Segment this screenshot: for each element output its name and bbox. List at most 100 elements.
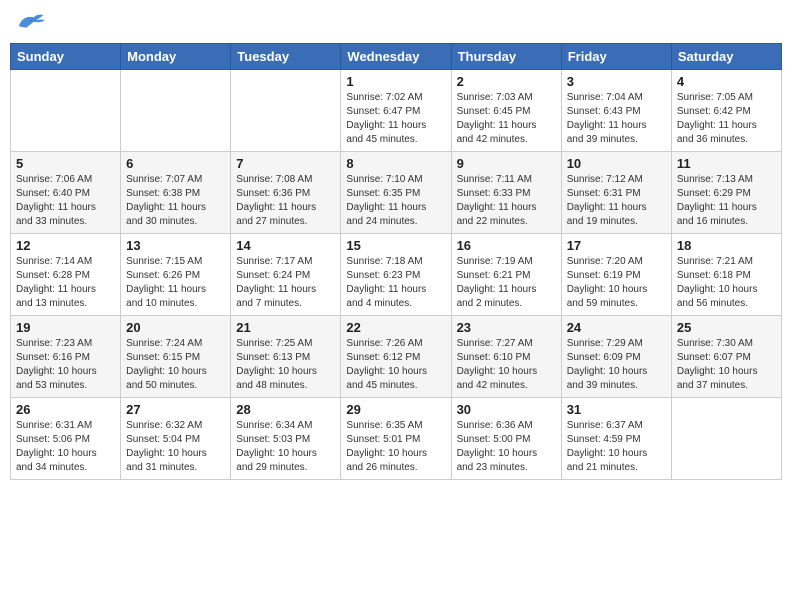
day-info: Sunrise: 6:37 AMSunset: 4:59 PMDaylight:… [567, 419, 666, 475]
calendar-cell: 2 Sunrise: 7:03 AMSunset: 6:45 PMDaylight… [451, 70, 561, 152]
calendar-table: SundayMondayTuesdayWednesdayThursdayFrid… [10, 43, 782, 480]
col-header-thursday: Thursday [451, 44, 561, 70]
day-info: Sunrise: 7:12 AMSunset: 6:31 PMDaylight:… [567, 173, 666, 229]
calendar-cell: 10 Sunrise: 7:12 AMSunset: 6:31 PMDayligh… [561, 152, 671, 234]
day-info: Sunrise: 7:24 AMSunset: 6:15 PMDaylight:… [126, 337, 225, 393]
calendar-cell: 26Sunrise: 6:31 AMSunset: 5:06 PMDayligh… [11, 398, 121, 480]
day-number: 31 [567, 402, 666, 417]
calendar-header-row: SundayMondayTuesdayWednesdayThursdayFrid… [11, 44, 782, 70]
calendar-cell: 28 Sunrise: 6:34 AMSunset: 5:03 PMDayligh… [231, 398, 341, 480]
day-info: Sunrise: 7:30 AMSunset: 6:07 PMDaylight:… [677, 337, 776, 393]
col-header-wednesday: Wednesday [341, 44, 451, 70]
day-number: 12 [16, 238, 115, 253]
day-info: Sunrise: 7:03 AMSunset: 6:45 PMDaylight:… [457, 91, 556, 147]
calendar-cell: 16 Sunrise: 7:19 AMSunset: 6:21 PMDayligh… [451, 234, 561, 316]
day-number: 15 [346, 238, 445, 253]
day-number: 25 [677, 320, 776, 335]
calendar-cell: 27 Sunrise: 6:32 AMSunset: 5:04 PMDayligh… [121, 398, 231, 480]
calendar-cell: 30Sunrise: 6:36 AMSunset: 5:00 PMDayligh… [451, 398, 561, 480]
calendar-week-row: 12 Sunrise: 7:14 AMSunset: 6:28 PMDayligh… [11, 234, 782, 316]
calendar-cell: 22Sunrise: 7:26 AMSunset: 6:12 PMDayligh… [341, 316, 451, 398]
day-info: Sunrise: 7:20 AMSunset: 6:19 PMDaylight:… [567, 255, 666, 311]
day-number: 3 [567, 74, 666, 89]
day-number: 11 [677, 156, 776, 171]
calendar-cell: 4Sunrise: 7:05 AMSunset: 6:42 PMDaylight… [671, 70, 781, 152]
day-number: 5 [16, 156, 115, 171]
calendar-cell: 31 Sunrise: 6:37 AMSunset: 4:59 PMDayligh… [561, 398, 671, 480]
calendar-cell: 3 Sunrise: 7:04 AMSunset: 6:43 PMDaylight… [561, 70, 671, 152]
day-info: Sunrise: 6:32 AMSunset: 5:04 PMDaylight:… [126, 419, 225, 475]
calendar-cell [11, 70, 121, 152]
calendar-cell: 11 Sunrise: 7:13 AMSunset: 6:29 PMDayligh… [671, 152, 781, 234]
day-info: Sunrise: 7:29 AMSunset: 6:09 PMDaylight:… [567, 337, 666, 393]
calendar-cell: 19 Sunrise: 7:23 AMSunset: 6:16 PMDayligh… [11, 316, 121, 398]
day-info: Sunrise: 7:26 AMSunset: 6:12 PMDaylight:… [346, 337, 445, 393]
day-info: Sunrise: 6:31 AMSunset: 5:06 PMDaylight:… [16, 419, 115, 475]
day-info: Sunrise: 7:17 AMSunset: 6:24 PMDaylight:… [236, 255, 335, 311]
day-number: 10 [567, 156, 666, 171]
day-info: Sunrise: 7:19 AMSunset: 6:21 PMDaylight:… [457, 255, 556, 311]
calendar-cell: 17 Sunrise: 7:20 AMSunset: 6:19 PMDayligh… [561, 234, 671, 316]
calendar-cell: 5 Sunrise: 7:06 AMSunset: 6:40 PMDaylight… [11, 152, 121, 234]
calendar-cell: 6 Sunrise: 7:07 AMSunset: 6:38 PMDaylight… [121, 152, 231, 234]
day-number: 16 [457, 238, 556, 253]
day-info: Sunrise: 7:06 AMSunset: 6:40 PMDaylight:… [16, 173, 115, 229]
day-info: Sunrise: 7:10 AMSunset: 6:35 PMDaylight:… [346, 173, 445, 229]
calendar-week-row: 19 Sunrise: 7:23 AMSunset: 6:16 PMDayligh… [11, 316, 782, 398]
day-number: 18 [677, 238, 776, 253]
page-header [10, 10, 782, 35]
day-info: Sunrise: 7:05 AMSunset: 6:42 PMDaylight:… [677, 91, 776, 147]
day-info: Sunrise: 7:21 AMSunset: 6:18 PMDaylight:… [677, 255, 776, 311]
day-number: 6 [126, 156, 225, 171]
calendar-cell: 15 Sunrise: 7:18 AMSunset: 6:23 PMDayligh… [341, 234, 451, 316]
calendar-cell: 18 Sunrise: 7:21 AMSunset: 6:18 PMDayligh… [671, 234, 781, 316]
day-info: Sunrise: 6:35 AMSunset: 5:01 PMDaylight:… [346, 419, 445, 475]
calendar-cell: 13 Sunrise: 7:15 AMSunset: 6:26 PMDayligh… [121, 234, 231, 316]
calendar-cell: 21 Sunrise: 7:25 AMSunset: 6:13 PMDayligh… [231, 316, 341, 398]
calendar-week-row: 1Sunrise: 7:02 AMSunset: 6:47 PMDaylight… [11, 70, 782, 152]
calendar-cell: 8 Sunrise: 7:10 AMSunset: 6:35 PMDaylight… [341, 152, 451, 234]
day-number: 23 [457, 320, 556, 335]
day-number: 24 [567, 320, 666, 335]
day-info: Sunrise: 7:23 AMSunset: 6:16 PMDaylight:… [16, 337, 115, 393]
calendar-week-row: 5 Sunrise: 7:06 AMSunset: 6:40 PMDaylight… [11, 152, 782, 234]
calendar-week-row: 26Sunrise: 6:31 AMSunset: 5:06 PMDayligh… [11, 398, 782, 480]
calendar-cell: 29 Sunrise: 6:35 AMSunset: 5:01 PMDayligh… [341, 398, 451, 480]
day-info: Sunrise: 7:04 AMSunset: 6:43 PMDaylight:… [567, 91, 666, 147]
col-header-sunday: Sunday [11, 44, 121, 70]
day-info: Sunrise: 7:07 AMSunset: 6:38 PMDaylight:… [126, 173, 225, 229]
logo-icon [15, 10, 45, 35]
calendar-cell: 20Sunrise: 7:24 AMSunset: 6:15 PMDayligh… [121, 316, 231, 398]
day-number: 17 [567, 238, 666, 253]
day-info: Sunrise: 7:15 AMSunset: 6:26 PMDaylight:… [126, 255, 225, 311]
logo [15, 10, 47, 35]
day-info: Sunrise: 7:27 AMSunset: 6:10 PMDaylight:… [457, 337, 556, 393]
day-info: Sunrise: 7:18 AMSunset: 6:23 PMDaylight:… [346, 255, 445, 311]
day-number: 30 [457, 402, 556, 417]
calendar-cell: 25 Sunrise: 7:30 AMSunset: 6:07 PMDayligh… [671, 316, 781, 398]
calendar-cell [231, 70, 341, 152]
day-number: 8 [346, 156, 445, 171]
calendar-cell [671, 398, 781, 480]
day-number: 19 [16, 320, 115, 335]
day-info: Sunrise: 7:08 AMSunset: 6:36 PMDaylight:… [236, 173, 335, 229]
day-info: Sunrise: 7:14 AMSunset: 6:28 PMDaylight:… [16, 255, 115, 311]
calendar-cell: 12 Sunrise: 7:14 AMSunset: 6:28 PMDayligh… [11, 234, 121, 316]
calendar-cell: 14 Sunrise: 7:17 AMSunset: 6:24 PMDayligh… [231, 234, 341, 316]
day-number: 29 [346, 402, 445, 417]
col-header-saturday: Saturday [671, 44, 781, 70]
day-number: 21 [236, 320, 335, 335]
col-header-friday: Friday [561, 44, 671, 70]
day-number: 2 [457, 74, 556, 89]
day-info: Sunrise: 7:25 AMSunset: 6:13 PMDaylight:… [236, 337, 335, 393]
day-number: 13 [126, 238, 225, 253]
day-number: 14 [236, 238, 335, 253]
day-number: 28 [236, 402, 335, 417]
day-number: 27 [126, 402, 225, 417]
day-info: Sunrise: 6:34 AMSunset: 5:03 PMDaylight:… [236, 419, 335, 475]
col-header-monday: Monday [121, 44, 231, 70]
day-info: Sunrise: 7:13 AMSunset: 6:29 PMDaylight:… [677, 173, 776, 229]
day-info: Sunrise: 7:11 AMSunset: 6:33 PMDaylight:… [457, 173, 556, 229]
calendar-cell [121, 70, 231, 152]
day-number: 7 [236, 156, 335, 171]
